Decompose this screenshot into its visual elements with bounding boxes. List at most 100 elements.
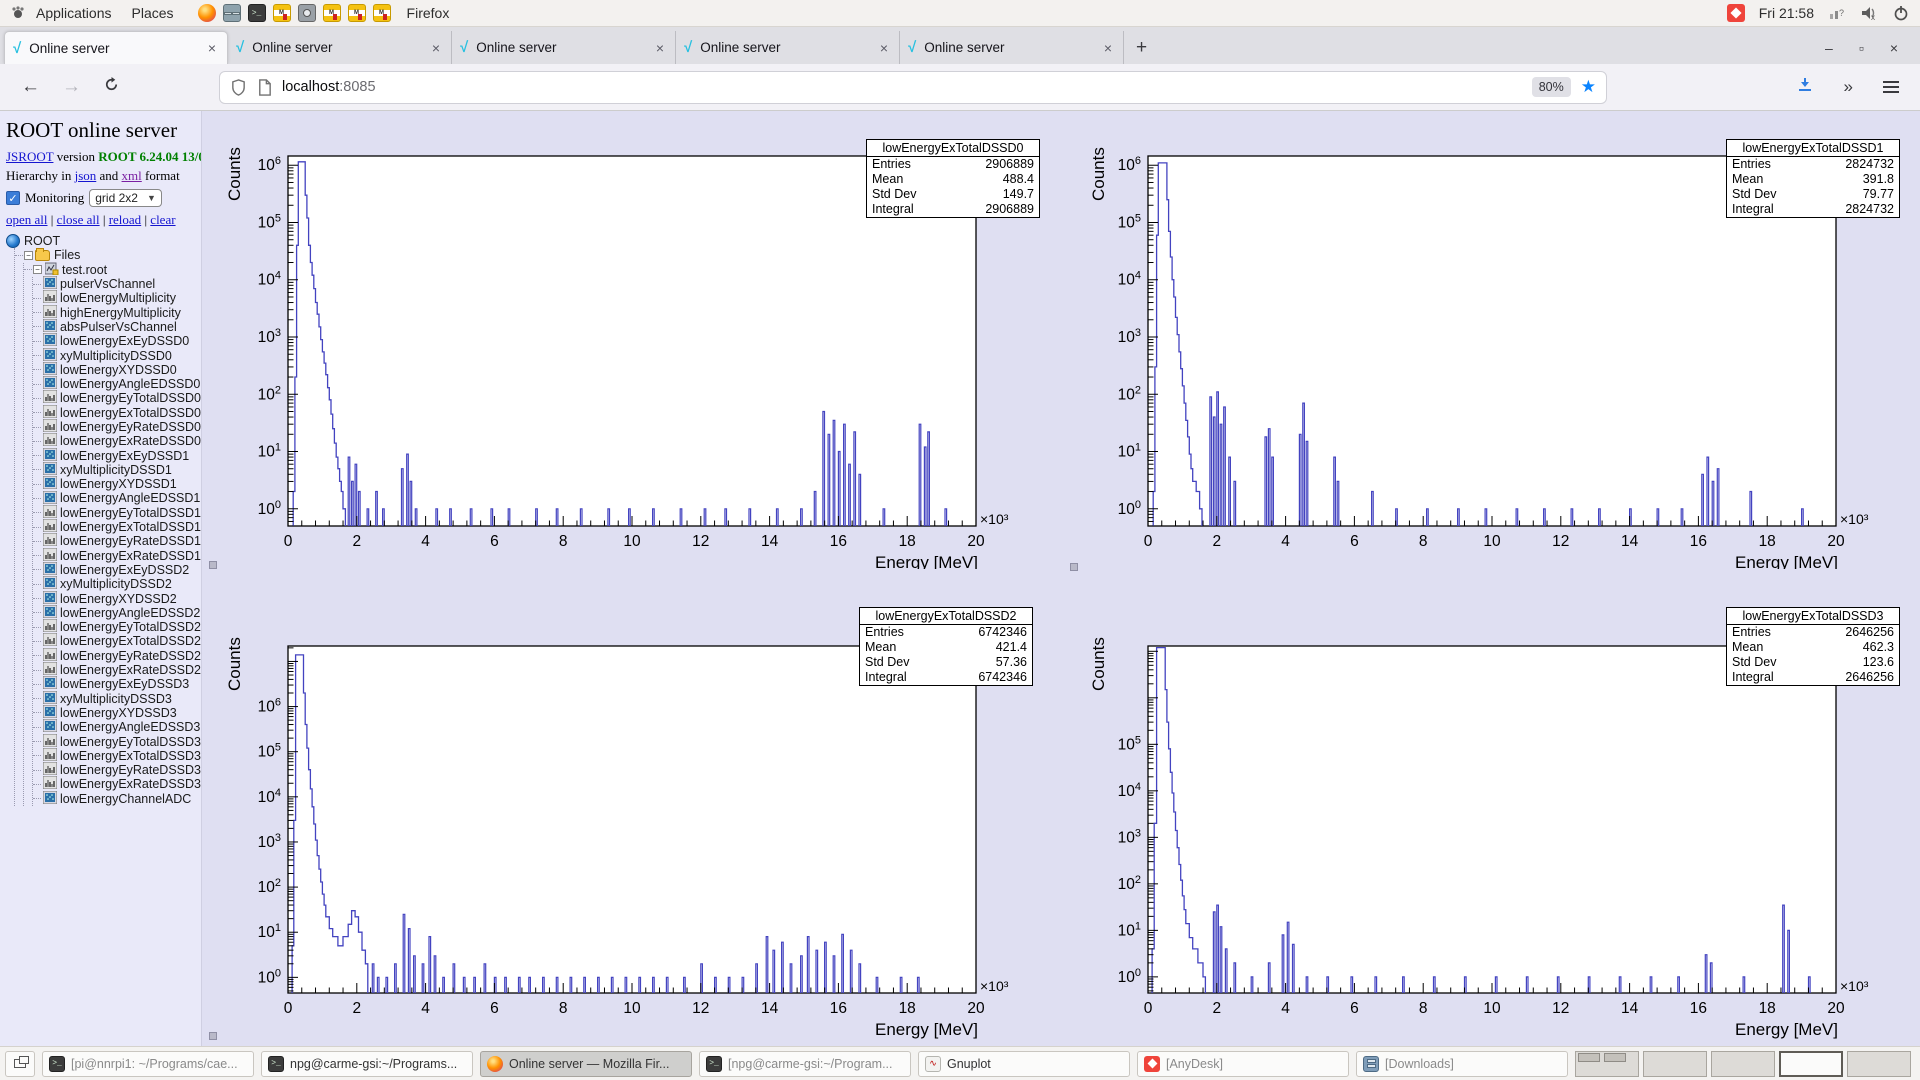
tree-item-lowEnergyXYDSSD3[interactable]: lowEnergyXYDSSD3 xyxy=(33,706,201,720)
firefox-launcher-icon[interactable] xyxy=(198,4,216,22)
files-app-launcher-icon[interactable] xyxy=(223,4,241,22)
tree-item-xyMultiplicityDSSD1[interactable]: xyMultiplicityDSSD1 xyxy=(33,463,201,477)
tree-item-lowEnergyEyTotalDSSD3[interactable]: lowEnergyEyTotalDSSD3 xyxy=(33,734,201,748)
collapse-icon[interactable]: − xyxy=(33,265,42,274)
clock[interactable]: Fri 21:58 xyxy=(1759,5,1814,21)
tree-item-lowEnergyXYDSSD1[interactable]: lowEnergyXYDSSD1 xyxy=(33,477,201,491)
tree-item-lowEnergyExTotalDSSD3[interactable]: lowEnergyExTotalDSSD3 xyxy=(33,749,201,763)
tab-close-icon[interactable]: × xyxy=(429,40,443,56)
workspace-4[interactable] xyxy=(1779,1051,1843,1077)
tree-item-lowEnergyEyRateDSSD1[interactable]: lowEnergyEyRateDSSD1 xyxy=(33,534,201,548)
tree-item-highEnergyMultiplicity[interactable]: highEnergyMultiplicity xyxy=(33,305,201,319)
tree-item-lowEnergyExEyDSSD3[interactable]: lowEnergyExEyDSSD3 xyxy=(33,677,201,691)
url-bar[interactable]: localhost:8085 80% ★ xyxy=(219,71,1607,104)
tree-item-lowEnergyEyTotalDSSD2[interactable]: lowEnergyEyTotalDSSD2 xyxy=(33,620,201,634)
tree-item-xyMultiplicityDSSD3[interactable]: xyMultiplicityDSSD3 xyxy=(33,692,201,706)
forward-button[interactable]: → xyxy=(51,76,92,98)
tree-item-files[interactable]: −Files xyxy=(15,248,201,262)
workspace-5[interactable] xyxy=(1847,1051,1911,1077)
workspace-2[interactable] xyxy=(1643,1051,1707,1077)
tab-close-icon[interactable]: × xyxy=(653,40,667,56)
tab-online-server-1[interactable]: √Online server× xyxy=(4,31,228,64)
terminal-launcher-icon[interactable]: >_ xyxy=(248,4,266,22)
tree-item-lowEnergyExEyDSSD2[interactable]: lowEnergyExEyDSSD2 xyxy=(33,563,201,577)
midas-launcher-icon[interactable]: M xyxy=(323,4,341,22)
places-menu[interactable]: Places xyxy=(122,5,184,21)
tab-online-server-3[interactable]: √Online server× xyxy=(452,31,676,64)
back-button[interactable]: ← xyxy=(10,76,51,98)
tree-item-xyMultiplicityDSSD2[interactable]: xyMultiplicityDSSD2 xyxy=(33,577,201,591)
open-all-link[interactable]: open all xyxy=(6,212,48,227)
taskbar-button-gnuplot[interactable]: ∿Gnuplot xyxy=(918,1051,1130,1077)
tree-item-lowEnergyAngleEDSSD3[interactable]: lowEnergyAngleEDSSD3 xyxy=(33,720,201,734)
plot-lowEnergyExTotalDSSD0[interactable]: 10010110210310410510602468101214161820×1… xyxy=(202,111,1066,569)
shield-icon[interactable] xyxy=(230,79,247,96)
workspace-1[interactable] xyxy=(1575,1051,1639,1077)
taskbar-button-terminal[interactable]: >_npg@carme-gsi:~/Programs... xyxy=(261,1051,473,1077)
tree-item-lowEnergyAngleEDSSD1[interactable]: lowEnergyAngleEDSSD1 xyxy=(33,491,201,505)
tree-item-lowEnergyExTotalDSSD0[interactable]: lowEnergyExTotalDSSD0 xyxy=(33,406,201,420)
reload-button[interactable] xyxy=(92,76,131,99)
taskbar-button-firefox[interactable]: Online server — Mozilla Fir... xyxy=(480,1051,692,1077)
tree-item-pulserVsChannel[interactable]: pulserVsChannel xyxy=(33,277,201,291)
monitoring-checkbox[interactable]: ✓ xyxy=(6,191,20,205)
tree-item-lowEnergyMultiplicity[interactable]: lowEnergyMultiplicity xyxy=(33,291,201,305)
tree-item-lowEnergyXYDSSD0[interactable]: lowEnergyXYDSSD0 xyxy=(33,363,201,377)
workspace-3[interactable] xyxy=(1711,1051,1775,1077)
grid-layout-select[interactable]: grid 2x2▼ xyxy=(89,189,162,207)
tree-item-lowEnergyExRateDSSD2[interactable]: lowEnergyExRateDSSD2 xyxy=(33,663,201,677)
tab-online-server-5[interactable]: √Online server× xyxy=(900,31,1124,64)
reload-link[interactable]: reload xyxy=(109,212,141,227)
tree-item-lowEnergyXYDSSD2[interactable]: lowEnergyXYDSSD2 xyxy=(33,591,201,605)
tree-item-lowEnergyAngleEDSSD0[interactable]: lowEnergyAngleEDSSD0 xyxy=(33,377,201,391)
new-tab-button[interactable]: + xyxy=(1124,37,1159,59)
tree-item-lowEnergyExRateDSSD3[interactable]: lowEnergyExRateDSSD3 xyxy=(33,777,201,791)
jsroot-link[interactable]: JSROOT xyxy=(6,149,53,164)
midas-launcher-icon[interactable]: M xyxy=(373,4,391,22)
bookmark-star-icon[interactable]: ★ xyxy=(1581,77,1596,97)
power-icon[interactable] xyxy=(1892,4,1910,22)
tab-close-icon[interactable]: × xyxy=(205,40,219,56)
json-link[interactable]: json xyxy=(75,168,97,183)
plot-lowEnergyExTotalDSSD2[interactable]: 10010110210310410510602468101214161820×1… xyxy=(202,569,1066,1046)
tab-online-server-4[interactable]: √Online server× xyxy=(676,31,900,64)
applications-menu[interactable]: Applications xyxy=(26,5,122,21)
tree-item-xyMultiplicityDSSD0[interactable]: xyMultiplicityDSSD0 xyxy=(33,348,201,362)
tree-item-lowEnergyEyRateDSSD2[interactable]: lowEnergyEyRateDSSD2 xyxy=(33,649,201,663)
show-desktop-button[interactable] xyxy=(5,1051,35,1077)
window-minimize-button[interactable]: – xyxy=(1825,40,1833,56)
collapse-icon[interactable]: − xyxy=(24,251,33,260)
tree-item-lowEnergyEyTotalDSSD1[interactable]: lowEnergyEyTotalDSSD1 xyxy=(33,506,201,520)
tree-item-test-root[interactable]: −test.root xyxy=(24,263,201,277)
page-info-icon[interactable] xyxy=(256,79,273,96)
tree-item-lowEnergyExTotalDSSD2[interactable]: lowEnergyExTotalDSSD2 xyxy=(33,634,201,648)
menu-icon[interactable] xyxy=(1872,78,1910,96)
tree-item-root[interactable]: ROOT xyxy=(6,234,201,248)
close-all-link[interactable]: close all xyxy=(57,212,100,227)
screenshot-launcher-icon[interactable] xyxy=(298,4,316,22)
tab-online-server-2[interactable]: √Online server× xyxy=(228,31,452,64)
taskbar-button-terminal[interactable]: >_[npg@carme-gsi:~/Program... xyxy=(699,1051,911,1077)
network-icon[interactable]: ? xyxy=(1828,4,1846,22)
tree-item-lowEnergyExRateDSSD0[interactable]: lowEnergyExRateDSSD0 xyxy=(33,434,201,448)
downloads-icon[interactable] xyxy=(1785,76,1825,99)
tree-item-absPulserVsChannel[interactable]: absPulserVsChannel xyxy=(33,320,201,334)
midas-launcher-icon[interactable]: M xyxy=(273,4,291,22)
page-zoom-badge[interactable]: 80% xyxy=(1532,77,1571,97)
tree-item-lowEnergyExEyDSSD1[interactable]: lowEnergyExEyDSSD1 xyxy=(33,448,201,462)
resize-handle[interactable] xyxy=(209,561,217,569)
tree-item-lowEnergyAngleEDSSD2[interactable]: lowEnergyAngleEDSSD2 xyxy=(33,606,201,620)
window-close-button[interactable]: × xyxy=(1890,40,1898,56)
anydesk-tray-icon[interactable] xyxy=(1727,4,1745,22)
tree-item-lowEnergyExEyDSSD0[interactable]: lowEnergyExEyDSSD0 xyxy=(33,334,201,348)
window-maximize-button[interactable]: ▫ xyxy=(1859,40,1864,56)
plot-lowEnergyExTotalDSSD1[interactable]: 10010110210310410510602468101214161820×1… xyxy=(1066,111,1920,569)
taskbar-button-downloads[interactable]: [Downloads] xyxy=(1356,1051,1568,1077)
taskbar-button-terminal[interactable]: >_[pi@nnrpi1: ~/Programs/cae... xyxy=(42,1051,254,1077)
tree-item-lowEnergyEyTotalDSSD0[interactable]: lowEnergyEyTotalDSSD0 xyxy=(33,391,201,405)
tree-item-lowEnergyEyRateDSSD3[interactable]: lowEnergyEyRateDSSD3 xyxy=(33,763,201,777)
tree-item-lowEnergyEyRateDSSD0[interactable]: lowEnergyEyRateDSSD0 xyxy=(33,420,201,434)
toolbar-overflow-icon[interactable]: » xyxy=(1833,77,1864,97)
resize-handle[interactable] xyxy=(209,1032,217,1040)
tab-close-icon[interactable]: × xyxy=(877,40,891,56)
